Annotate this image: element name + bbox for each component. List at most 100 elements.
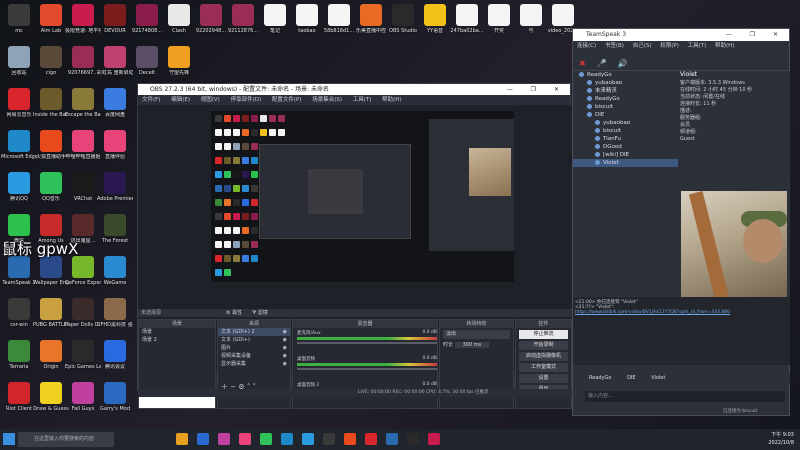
eye-icon[interactable]: ◉ bbox=[283, 344, 287, 352]
mic-icon[interactable]: 🎤 bbox=[597, 59, 607, 68]
tree-item[interactable]: ReadyGo bbox=[573, 95, 678, 103]
desktop-icon[interactable]: 哔哩哔哩直播姬 bbox=[65, 130, 101, 160]
desktop-icon[interactable]: Escape the Backrooms bbox=[65, 88, 101, 118]
desktop-icon[interactable]: 开奖 bbox=[481, 4, 517, 34]
desktop-icon[interactable]: Epic Games Launcher bbox=[65, 340, 101, 370]
chat-input[interactable]: 输入内容... bbox=[585, 391, 785, 402]
ts-menu-bar[interactable]: 连接(C) 书签(B) 自己(S) 权限(P) 工具(T) 帮助(H) bbox=[573, 41, 789, 51]
desktop-icon[interactable]: 网易云音乐 bbox=[1, 88, 37, 118]
disconnect-icon[interactable]: ✖ bbox=[579, 59, 586, 68]
source-item[interactable]: 文本 (GDI+) 2 ◉ bbox=[218, 328, 290, 336]
tree-item[interactable]: yubaobao bbox=[573, 119, 678, 127]
channel-tree[interactable]: ReadyGo yubaobao 未来精灵 ReadyGo biscuit DIE yuba… bbox=[573, 71, 678, 206]
speaker-icon[interactable]: 🔊 bbox=[618, 59, 628, 68]
start-recording-button[interactable]: 开始录制 bbox=[519, 341, 568, 350]
tree-item[interactable]: DIE bbox=[573, 111, 678, 119]
ts-toolbar[interactable]: ✖ 🎤 🔊 bbox=[573, 51, 789, 71]
desktop-icon[interactable]: 92202948... bbox=[193, 4, 229, 34]
tree-item[interactable]: ReadyGo bbox=[573, 71, 678, 79]
preview-canvas[interactable] bbox=[211, 111, 514, 282]
ts-menu-item[interactable]: 书签(B) bbox=[605, 43, 624, 49]
eye-icon[interactable]: ◉ bbox=[283, 352, 287, 360]
source-toolbar[interactable]: ⚙ 属性 ⧩ 滤镜 bbox=[226, 309, 268, 316]
desktop-icon[interactable]: 极限竞速: 地平线 5 bbox=[65, 4, 101, 34]
chat-tab[interactable]: ReadyGo bbox=[589, 375, 611, 381]
menu-help[interactable]: 帮助(H) bbox=[382, 97, 401, 103]
menu-docks[interactable]: 停靠部件(D) bbox=[231, 97, 262, 103]
mixer-channel[interactable]: 桌面音频 0.0 dB bbox=[297, 356, 437, 380]
desktop-icon[interactable]: Wallpaper Engine bbox=[33, 256, 69, 286]
desktop-icon[interactable]: 直播伴侣 bbox=[97, 130, 133, 160]
desktop-icon[interactable]: Adobe Premiere... bbox=[97, 172, 133, 202]
desktop-icon[interactable]: Terraria bbox=[1, 340, 37, 370]
gear-icon[interactable]: ⚙ bbox=[226, 310, 230, 316]
desktop-icon[interactable]: WeGame bbox=[97, 256, 133, 286]
source-item[interactable]: 文本 (GDI+) ◉ bbox=[218, 336, 290, 344]
tree-item[interactable]: DGood bbox=[573, 143, 678, 151]
desktop-icon[interactable]: 92174808... bbox=[129, 4, 165, 34]
taskbar-clock[interactable]: 下午 9:03 2022/10/8 bbox=[768, 431, 794, 447]
obs-title-bar[interactable]: OBS 27.2.3 (64 bit, windows) - 配置文件: 未命名… bbox=[138, 84, 570, 95]
obs-menu-bar[interactable]: 文件(F) 编辑(E) 视图(V) 停靠部件(D) 配置文件(P) 场景集合(S… bbox=[138, 95, 570, 105]
desktop-icon[interactable]: Aim Lab bbox=[33, 4, 69, 34]
taskbar-search[interactable]: 在这里输入你要搜索的内容 bbox=[18, 432, 114, 447]
taskbar-app-icon[interactable] bbox=[323, 433, 335, 445]
ts-menu-item[interactable]: 工具(T) bbox=[688, 43, 707, 49]
obs-preview-area[interactable]: 未选择源 ⚙ 属性 ⧩ 滤镜 场景 场景 场景 2 来源 文本 (GDI+) 2… bbox=[138, 105, 572, 409]
desktop-icon[interactable]: 乐美直播中控 bbox=[353, 4, 389, 34]
mixer-channel[interactable]: 麦克风/Aux 0.0 dB bbox=[297, 330, 437, 354]
taskbar-app-icon[interactable] bbox=[239, 433, 251, 445]
taskbar-app-icon[interactable] bbox=[281, 433, 293, 445]
menu-file[interactable]: 文件(F) bbox=[142, 97, 160, 103]
taskbar-app-icon[interactable] bbox=[176, 433, 188, 445]
taskbar-app-icon[interactable] bbox=[218, 433, 230, 445]
taskbar-app-icon[interactable] bbox=[302, 433, 314, 445]
volume-slider[interactable] bbox=[297, 368, 437, 370]
desktop-icon[interactable]: Origin bbox=[33, 340, 69, 370]
desktop-icon[interactable]: Draw & Guess bbox=[33, 382, 69, 412]
desktop-icon[interactable]: 守望先锋 bbox=[161, 46, 197, 76]
chat-tab[interactable]: Violet bbox=[651, 375, 665, 381]
taskbar-app-icon[interactable] bbox=[428, 433, 440, 445]
chat-tab[interactable]: DIE bbox=[627, 375, 635, 381]
desktop-icon[interactable]: YY语音 bbox=[417, 4, 453, 34]
desktop-icon[interactable]: Decelt bbox=[129, 46, 165, 76]
desktop-icon[interactable]: 腾讯会议 bbox=[97, 340, 133, 370]
desktop-icon[interactable]: 笔记 bbox=[257, 4, 293, 34]
duration-input[interactable]: 300 ms bbox=[454, 342, 490, 348]
ts-menu-item[interactable]: 自己(S) bbox=[633, 43, 652, 49]
teamspeak-window[interactable]: TeamSpeak 3 — ❐ ✕ 连接(C) 书签(B) 自己(S) 权限(P… bbox=[572, 28, 790, 416]
desktop-icon[interactable]: 腾讯QQ bbox=[1, 172, 37, 202]
taskbar-app-icon[interactable] bbox=[386, 433, 398, 445]
desktop-icon[interactable]: PUBG BATTLEGR... bbox=[33, 298, 69, 328]
desktop-icon[interactable]: 92076697... bbox=[65, 46, 101, 76]
stop-streaming-button[interactable]: 停止推流 bbox=[519, 330, 568, 339]
filters-button[interactable]: 滤镜 bbox=[258, 310, 268, 316]
scene-item[interactable]: 场景 bbox=[139, 328, 215, 336]
ts-menu-item[interactable]: 权限(P) bbox=[660, 43, 679, 49]
menu-edit[interactable]: 编辑(E) bbox=[171, 97, 190, 103]
desktop-icon[interactable]: taobao bbox=[289, 4, 325, 34]
desktop-icon[interactable]: Microsoft Edge bbox=[1, 130, 37, 160]
desktop-icon[interactable]: Inside the Backrooms bbox=[33, 88, 69, 118]
desktop-icon[interactable]: QQ音乐 bbox=[33, 172, 69, 202]
volume-slider[interactable] bbox=[297, 342, 437, 344]
desktop-icon[interactable]: DEVOUR bbox=[97, 4, 133, 34]
desktop-icon[interactable]: 回收站 bbox=[1, 46, 37, 76]
tree-item[interactable]: biscuit bbox=[573, 127, 678, 135]
desktop-icon[interactable]: 92112876... bbox=[225, 4, 261, 34]
filter-icon[interactable]: ⧩ bbox=[252, 310, 256, 316]
properties-button[interactable]: 属性 bbox=[232, 310, 242, 316]
taskbar-app-icon[interactable] bbox=[260, 433, 272, 445]
eye-icon[interactable]: ◉ bbox=[283, 360, 287, 368]
taskbar-app-icon[interactable] bbox=[407, 433, 419, 445]
studio-mode-button[interactable]: 工作室模式 bbox=[519, 363, 568, 372]
desktop-icon[interactable]: 火狐直播助手 bbox=[33, 130, 69, 160]
start-button[interactable] bbox=[3, 433, 15, 445]
desktop-icon[interactable]: The Forest bbox=[97, 214, 133, 244]
tree-item[interactable]: biscuit bbox=[573, 103, 678, 111]
menu-tools[interactable]: 工具(T) bbox=[353, 97, 372, 103]
tree-item[interactable]: TianFu bbox=[573, 135, 678, 143]
desktop-icon[interactable]: Riot Client bbox=[1, 382, 37, 412]
tree-item[interactable]: yubaobao bbox=[573, 79, 678, 87]
